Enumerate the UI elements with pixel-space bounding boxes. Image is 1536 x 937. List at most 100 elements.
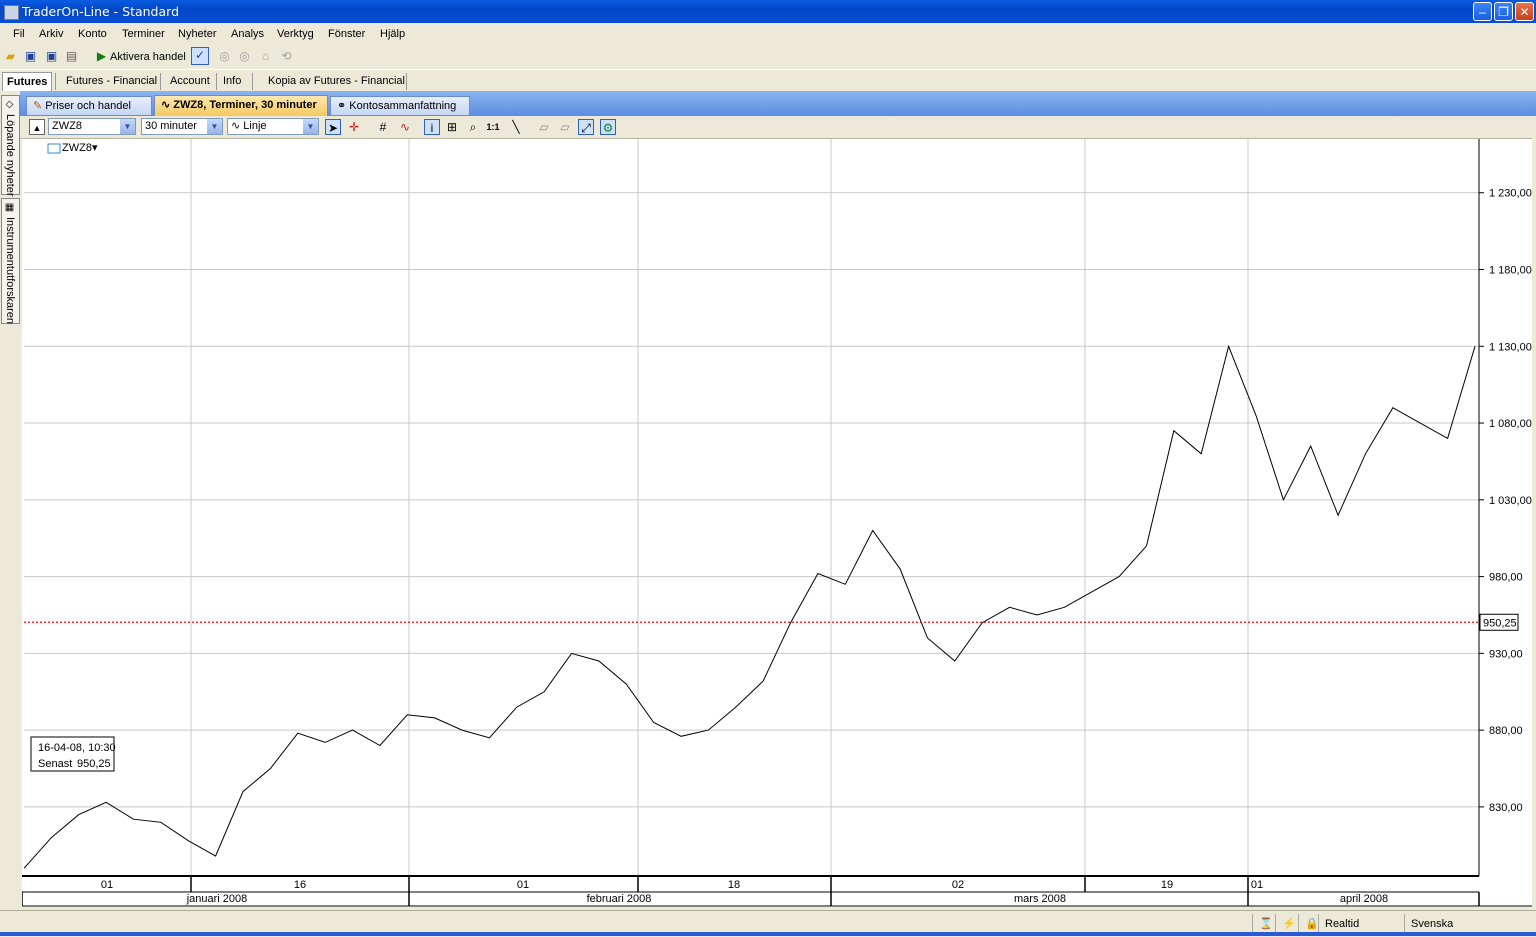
chevron-down-icon: ▼	[120, 119, 135, 134]
crosshair-icon[interactable]: ✛	[346, 119, 362, 135]
price-chart[interactable]: 830,00 880,00 930,00 980,00 1 030,00 1 080,00…	[21, 139, 1532, 907]
indicator-icon[interactable]: ∿	[397, 119, 413, 135]
diamond-icon: ◇	[4, 99, 15, 110]
open-folder-icon[interactable]: ▰	[3, 49, 18, 64]
app-icon	[4, 5, 19, 20]
x-month-label: januari 2008	[186, 893, 248, 905]
x-month-label: april 2008	[1340, 893, 1388, 905]
tab-account[interactable]: Account	[170, 72, 210, 91]
menu-help[interactable]: Hjälp	[380, 28, 405, 40]
print-icon[interactable]: ▤	[64, 49, 79, 64]
x-day-label: 01	[101, 879, 113, 891]
workspace-tab-bar: Futures Futures - Financial Account Info…	[0, 69, 1536, 92]
x-month-label: februari 2008	[587, 893, 652, 905]
minimize-button[interactable]: –	[1473, 2, 1492, 21]
tab-futures-financial[interactable]: Futures - Financial	[66, 72, 157, 91]
disabled-circle2-icon: ◎	[239, 49, 250, 63]
side-tab-instrument-explorer[interactable]: ▦ Instrumentutforskaren	[1, 198, 20, 324]
trendline-icon[interactable]: ╲	[508, 119, 524, 135]
chart-style-select-value: Linje	[243, 120, 267, 132]
maximize-button[interactable]: ❐	[1494, 2, 1513, 21]
tab-account-summary-label: Kontosammanfattning	[349, 100, 457, 112]
side-tab-running-news[interactable]: ◇ Löpande nyheter	[1, 95, 20, 197]
tab-info[interactable]: Info	[223, 72, 241, 91]
chart-toolbar: ▲ ZWZ8 ▼ 30 minuter ▼ ∿ Linje ▼ ➤ ✛ # ∿ …	[20, 116, 1532, 139]
home-icon: ⌂	[261, 49, 270, 63]
tab-chart-zwz8-label: ZWZ8, Terminer, 30 minuter	[173, 99, 317, 111]
title-bar: TraderOn-Line - Standard – ❐ ✕	[0, 0, 1536, 23]
menu-account[interactable]: Konto	[78, 28, 107, 40]
one-to-one-icon[interactable]: 1:1	[485, 119, 501, 135]
zoom-icon[interactable]: ⌕	[465, 119, 481, 135]
interval-select-value: 30 minuter	[145, 120, 197, 132]
connection-icon: ⚡	[1275, 914, 1296, 934]
save-icon[interactable]: ▣	[23, 49, 38, 64]
x-day-label: 02	[952, 879, 964, 891]
tag-icon: ✎	[33, 100, 43, 112]
tab-prices-and-trading[interactable]: ✎ Priser och handel	[26, 96, 152, 115]
x-day-label: 16	[294, 879, 306, 891]
tab-copy-futures-financial[interactable]: Kopia av Futures - Financial	[268, 72, 405, 91]
instrument-select[interactable]: ZWZ8 ▼	[48, 118, 136, 135]
menu-file[interactable]: Fil	[13, 28, 25, 40]
y-tick-label: 1 030,00	[1489, 495, 1532, 507]
chart-background	[22, 139, 1532, 907]
pointer-icon[interactable]: ➤	[325, 119, 341, 135]
document-tab-bar: ✎ Priser och handel ∿ ZWZ8, Terminer, 30…	[20, 91, 1536, 116]
x-day-label: 19	[1161, 879, 1173, 891]
tab-futures[interactable]: Futures	[2, 72, 53, 92]
y-tick-label: 980,00	[1489, 572, 1523, 584]
interval-select[interactable]: 30 minuter ▼	[141, 118, 223, 135]
menu-tools[interactable]: Verktyg	[277, 28, 314, 40]
menu-bar: Fil Arkiv Konto Terminer Nyheter Analys …	[0, 23, 1536, 45]
auto-scale-icon[interactable]: ⤢	[578, 119, 594, 135]
y-tick-label: 1 080,00	[1489, 418, 1532, 430]
info-box-date: 16-04-08, 10:30	[38, 742, 116, 754]
menu-analysis[interactable]: Analys	[231, 28, 264, 40]
activate-trading-button[interactable]: Aktivera handel	[110, 51, 186, 63]
menu-news[interactable]: Nyheter	[178, 28, 217, 40]
eraser-all-icon[interactable]: ▱	[557, 119, 573, 135]
binoculars-icon: ⚭	[337, 100, 347, 112]
grid-icon[interactable]: #	[375, 119, 391, 135]
tab-prices-and-trading-label: Priser och handel	[45, 100, 131, 112]
chevron-down-icon: ▼	[303, 119, 318, 134]
menu-archive[interactable]: Arkiv	[39, 28, 63, 40]
line-style-icon: ∿	[231, 120, 241, 132]
close-button[interactable]: ✕	[1515, 2, 1534, 21]
x-day-label: 18	[728, 879, 740, 891]
price-chart-svg: 830,00 880,00 930,00 980,00 1 030,00 1 080,00…	[21, 139, 1532, 907]
eraser-icon[interactable]: ▱	[536, 119, 552, 135]
settings-icon[interactable]: ⚙	[600, 119, 616, 135]
chart-style-select[interactable]: ∿ Linje ▼	[227, 118, 319, 135]
x-day-label: 01	[1251, 879, 1263, 891]
menu-window[interactable]: Fönster	[328, 28, 365, 40]
y-tick-label: 880,00	[1489, 725, 1523, 737]
zoom-area-icon[interactable]: ⊞	[444, 119, 460, 135]
confirm-check-icon[interactable]: ✓	[191, 47, 209, 65]
status-mode: Realtid	[1318, 914, 1405, 934]
y-tick-label: 1 130,00	[1489, 341, 1532, 353]
play-icon[interactable]: ▶	[94, 49, 109, 64]
y-tick-label: 830,00	[1489, 802, 1523, 814]
disabled-circle-icon: ◎	[219, 49, 230, 63]
explorer-icon: ▦	[4, 202, 15, 213]
left-dock: ◇ Löpande nyheter ▦ Instrumentutforskare…	[0, 91, 20, 921]
chart-line-icon: ∿	[161, 99, 171, 111]
x-month-label: mars 2008	[1014, 893, 1066, 905]
save-all-icon[interactable]: ▣	[44, 49, 59, 64]
refresh-icon: ⟲	[281, 49, 292, 63]
tab-account-summary[interactable]: ⚭ Kontosammanfattning	[330, 96, 470, 115]
tab-chart-zwz8[interactable]: ∿ ZWZ8, Terminer, 30 minuter	[154, 95, 328, 116]
y-tick-label: 930,00	[1489, 648, 1523, 660]
side-tab-running-news-label: Löpande nyheter	[4, 114, 16, 197]
window-title: TraderOn-Line - Standard	[22, 4, 180, 19]
info-icon[interactable]: i	[424, 119, 440, 135]
x-day-label: 01	[517, 879, 529, 891]
menu-futures[interactable]: Terminer	[122, 28, 165, 40]
last-price-label: 950,25	[1483, 617, 1517, 629]
lock-icon: 🔒	[1298, 914, 1319, 934]
side-tab-instrument-explorer-label: Instrumentutforskaren	[4, 217, 16, 324]
collapse-up-icon[interactable]: ▲	[29, 119, 45, 135]
legend-label: ZWZ8▾	[62, 142, 98, 154]
